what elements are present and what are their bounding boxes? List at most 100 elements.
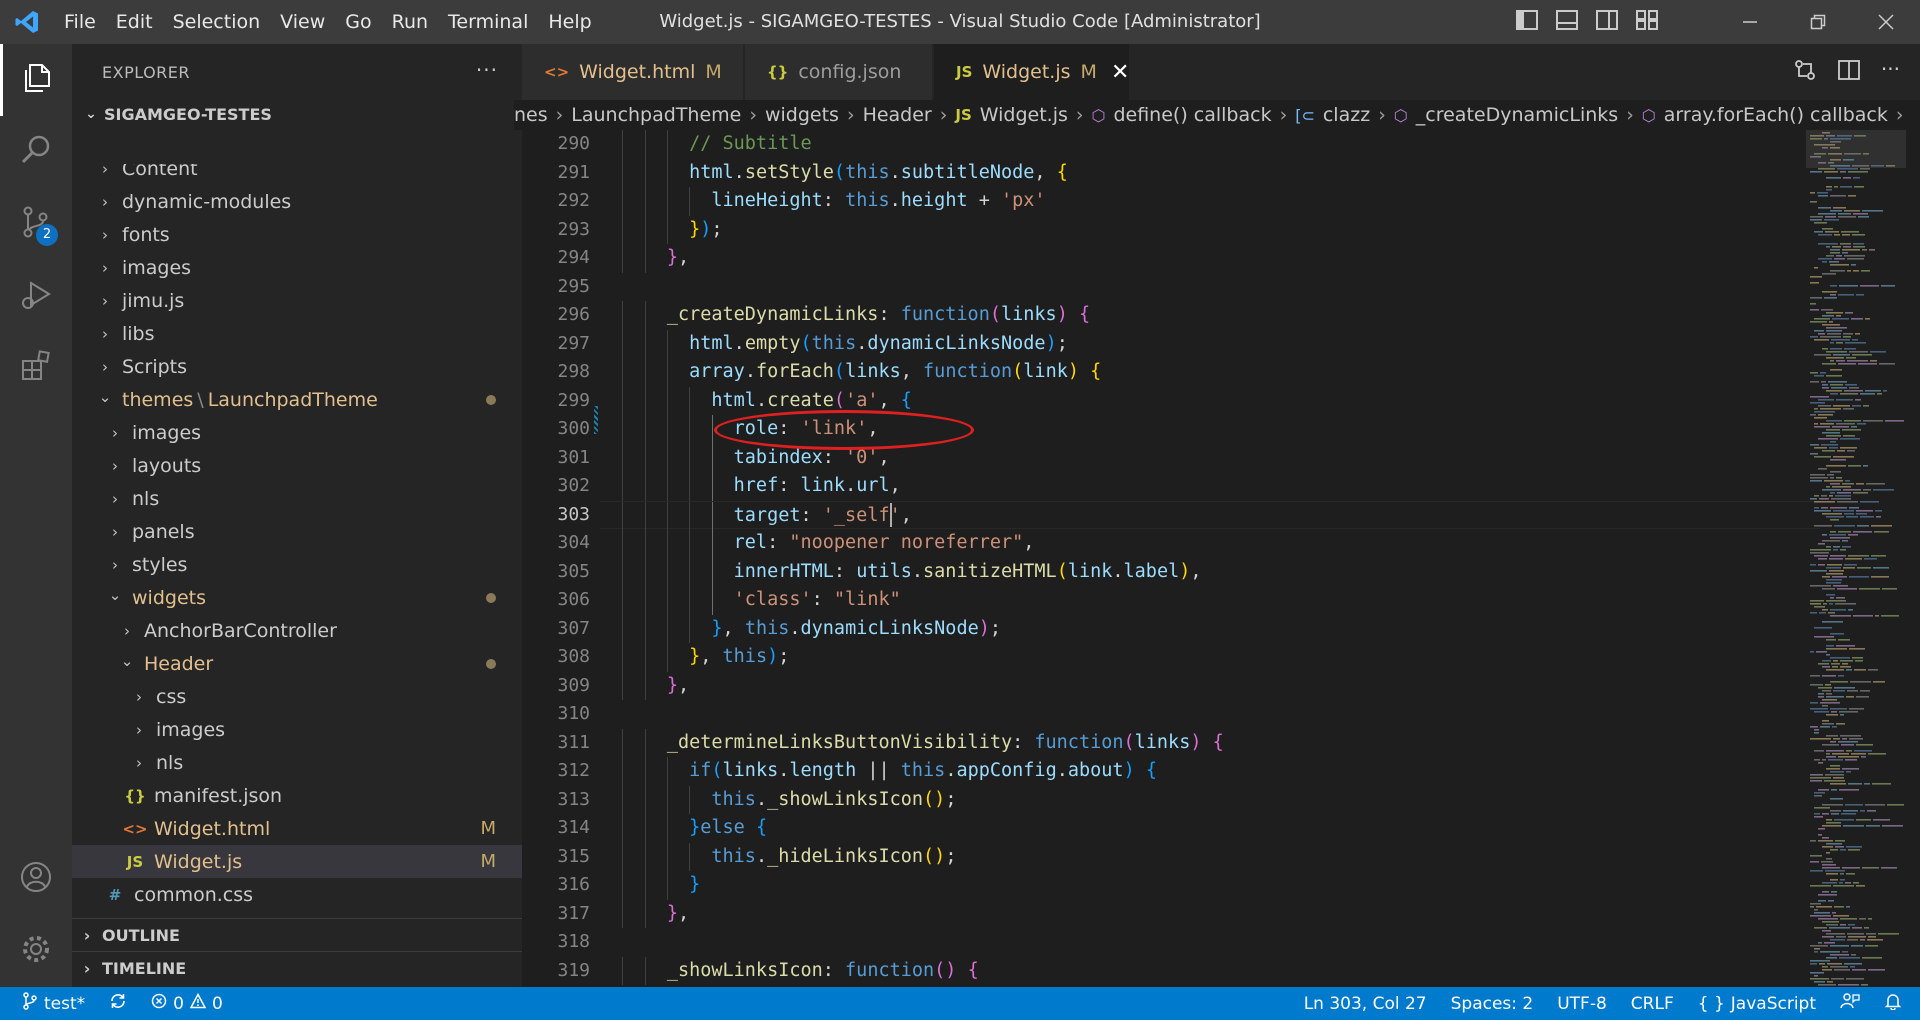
tree-item[interactable]: › AnchorBarController <box>72 614 522 647</box>
close-tab-icon[interactable]: ✕ <box>1111 60 1129 85</box>
tree-item[interactable]: ⌄ themes \ LaunchpadTheme <box>72 383 522 416</box>
source-control-activity[interactable]: 2 <box>0 188 72 260</box>
code-line[interactable]: html.empty(this.dynamicLinksNode); <box>600 329 1820 358</box>
code-editor[interactable]: 290 291 292 293 294 295 296 297 298 299 300 301 302 3… <box>522 130 1920 987</box>
code-line[interactable]: _showLinksIcon: function() { <box>600 956 1820 985</box>
breadcrumb-item[interactable]: nes <box>514 104 548 126</box>
tab-widget-html[interactable]: <> Widget.html M <box>522 44 744 100</box>
breadcrumb-item[interactable]: JS Widget.js <box>955 104 1068 126</box>
menu-file[interactable]: File <box>54 0 106 44</box>
code-line[interactable]: lineHeight: this.height + 'px' <box>600 187 1820 216</box>
tree-item[interactable]: <> Widget.html M <box>72 812 522 845</box>
breadcrumb-item[interactable]: widgets <box>765 104 839 126</box>
breadcrumb-item[interactable]: [⊂ clazz <box>1295 104 1370 126</box>
code-line[interactable] <box>600 928 1820 957</box>
minimap[interactable] <box>1806 130 1906 987</box>
menu-selection[interactable]: Selection <box>163 0 271 44</box>
tree-item[interactable]: › nls <box>72 746 522 779</box>
code-line[interactable]: _determineLinksButtonVisibility: functio… <box>600 728 1820 757</box>
workspace-root[interactable]: ⌄ SIGAMGEO-TESTES <box>72 100 522 128</box>
tree-item[interactable]: › images <box>72 713 522 746</box>
outline-section[interactable]: › OUTLINE <box>72 918 522 951</box>
menu-terminal[interactable]: Terminal <box>438 0 538 44</box>
code-lines[interactable]: // Subtitle html.setStyle(this.subtitleN… <box>600 130 1820 987</box>
code-line[interactable]: html.create('a', { <box>600 386 1820 415</box>
tree-item[interactable]: › libs <box>72 317 522 350</box>
feedback-status[interactable] <box>1828 987 1872 1020</box>
tree-item[interactable]: › layouts <box>72 449 522 482</box>
breadcrumb-item[interactable]: ⬡ define() callback <box>1092 104 1272 126</box>
breadcrumb-item[interactable]: LaunchpadTheme <box>571 104 741 126</box>
tree-item[interactable]: › images <box>72 416 522 449</box>
minimap-slider[interactable] <box>1806 130 1906 168</box>
menu-edit[interactable]: Edit <box>106 0 163 44</box>
code-line[interactable]: innerHTML: utils.sanitizeHTML(link.label… <box>600 557 1820 586</box>
code-line[interactable]: tabindex: '0', <box>600 443 1820 472</box>
code-line[interactable]: role: 'link', <box>600 415 1820 444</box>
tree-item[interactable]: ⌄ Header <box>72 647 522 680</box>
split-editor-icon[interactable] <box>1837 58 1861 86</box>
code-line[interactable]: html.setStyle(this.subtitleNode, { <box>600 158 1820 187</box>
code-line[interactable]: }, this); <box>600 643 1820 672</box>
tree-item[interactable]: › styles <box>72 548 522 581</box>
breadcrumb-item[interactable]: ⬡ _createDynamicLinks <box>1394 104 1618 126</box>
menu-go[interactable]: Go <box>335 0 381 44</box>
tab-config-json[interactable]: {} config.json <box>745 44 933 100</box>
tab-widget-js[interactable]: JS Widget.js M ✕ <box>934 44 1130 100</box>
minimize-button[interactable] <box>1716 0 1784 44</box>
timeline-section[interactable]: › TIMELINE <box>72 951 522 984</box>
customize-layout-icon[interactable] <box>1636 10 1658 34</box>
encoding-status[interactable]: UTF-8 <box>1545 987 1619 1020</box>
explorer-activity[interactable] <box>0 44 72 116</box>
run-debug-activity[interactable] <box>0 260 72 332</box>
tree-item[interactable]: ⌄ widgets <box>72 581 522 614</box>
code-line[interactable]: } <box>600 871 1820 900</box>
breadcrumb-item[interactable]: Header <box>863 104 932 126</box>
code-line[interactable]: href: link.url, <box>600 472 1820 501</box>
code-line[interactable]: array.forEach(links, function(link) { <box>600 358 1820 387</box>
notifications-status[interactable] <box>1872 987 1920 1020</box>
tree-item[interactable]: › panels <box>72 515 522 548</box>
code-line[interactable]: }); <box>600 215 1820 244</box>
breadcrumb-item[interactable]: target <box>1911 104 1912 126</box>
code-line[interactable]: }, <box>600 244 1820 273</box>
tree-item[interactable]: › Scripts <box>72 350 522 383</box>
code-line[interactable]: }, this.dynamicLinksNode); <box>600 614 1820 643</box>
toggle-secondary-sidebar-icon[interactable] <box>1596 10 1618 34</box>
code-line[interactable] <box>600 700 1820 729</box>
problems-status[interactable]: 0 0 <box>139 987 235 1020</box>
menu-view[interactable]: View <box>270 0 335 44</box>
menu-help[interactable]: Help <box>538 0 601 44</box>
code-line[interactable]: }, <box>600 899 1820 928</box>
sync-status[interactable] <box>97 987 139 1020</box>
manage-activity[interactable] <box>0 915 72 987</box>
toggle-panel-icon[interactable] <box>1556 10 1578 34</box>
tree-item[interactable]: › Content <box>72 164 522 185</box>
tree-item[interactable]: › nls <box>72 482 522 515</box>
code-line[interactable]: rel: "noopener noreferrer", <box>600 529 1820 558</box>
code-line[interactable] <box>600 273 1820 302</box>
tree-item[interactable]: › images <box>72 251 522 284</box>
code-line[interactable]: _createDynamicLinks: function(links) { <box>600 301 1820 330</box>
tree-item[interactable]: › dynamic-modules <box>72 185 522 218</box>
eol-status[interactable]: CRLF <box>1619 987 1686 1020</box>
tree-item[interactable]: › fonts <box>72 218 522 251</box>
vertical-scrollbar[interactable] <box>1906 130 1920 987</box>
more-actions-icon[interactable]: ··· <box>476 58 498 82</box>
toggle-primary-sidebar-icon[interactable] <box>1516 10 1538 34</box>
accounts-activity[interactable] <box>0 843 72 915</box>
tree-item[interactable]: › css <box>72 680 522 713</box>
open-changes-icon[interactable] <box>1793 58 1817 86</box>
code-line[interactable]: target: '_self', <box>600 500 1820 530</box>
tree-item[interactable]: JS Widget.js M <box>72 845 522 878</box>
tree-item[interactable]: › jimu.js <box>72 284 522 317</box>
restore-button[interactable] <box>1784 0 1852 44</box>
code-line[interactable]: this._showLinksIcon(); <box>600 785 1820 814</box>
tree-item[interactable]: {} manifest.json <box>72 779 522 812</box>
code-line[interactable]: 'class': "link" <box>600 586 1820 615</box>
menu-run[interactable]: Run <box>382 0 438 44</box>
tree-item[interactable]: # common.css <box>72 878 522 905</box>
close-window-button[interactable] <box>1852 0 1920 44</box>
code-line[interactable]: }, <box>600 671 1820 700</box>
search-activity[interactable] <box>0 116 72 188</box>
